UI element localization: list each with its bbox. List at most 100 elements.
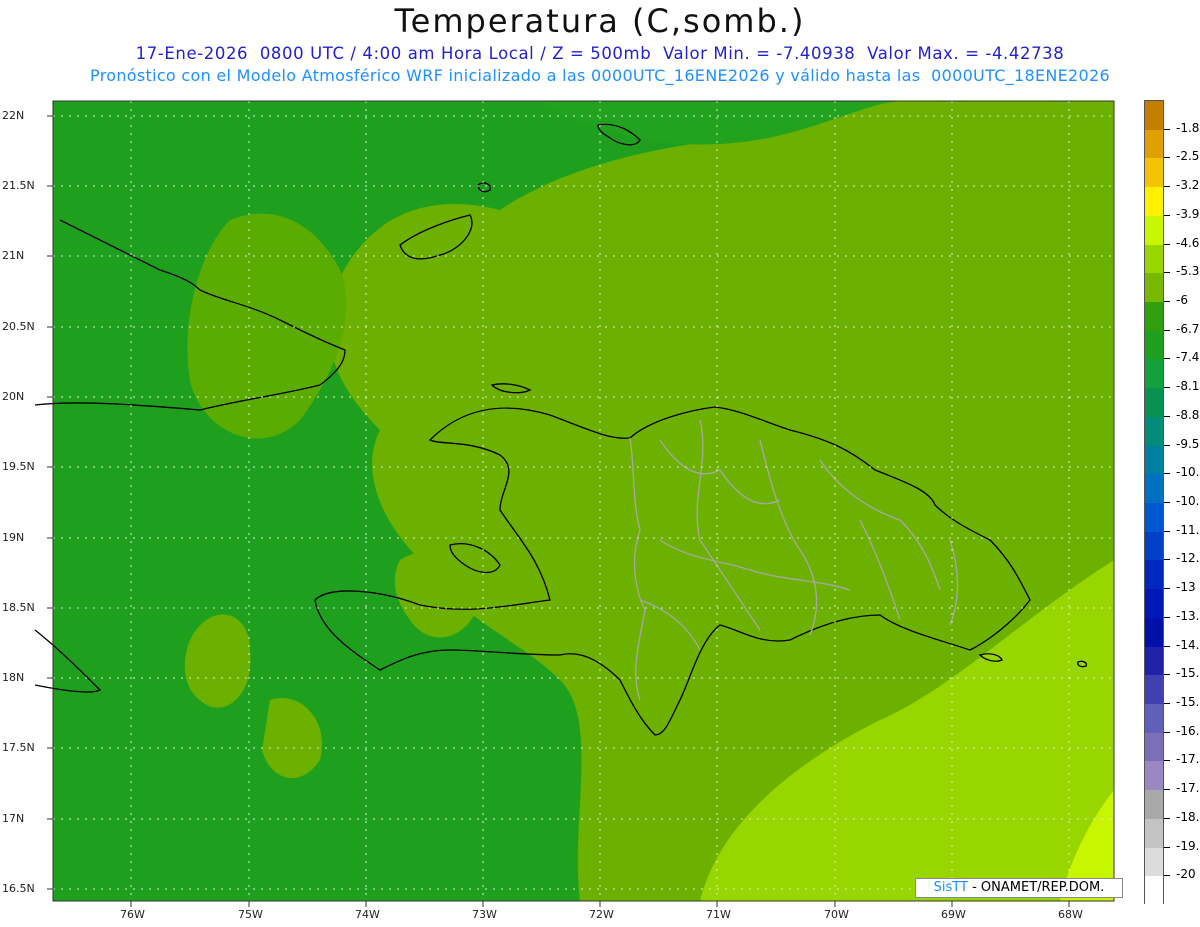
lat-label: 17.5N — [2, 741, 35, 754]
legend-label: -9.5 — [1176, 436, 1200, 451]
lat-label: 18N — [2, 671, 25, 684]
legend-label: -13.7 — [1176, 608, 1200, 623]
lat-label: 20.5N — [2, 320, 35, 333]
legend-tick — [1164, 272, 1170, 274]
legend-swatch — [1145, 187, 1163, 217]
lat-label: 21.5N — [2, 179, 35, 192]
legend-swatch — [1145, 704, 1163, 734]
legend-label: -12.3 — [1176, 551, 1200, 566]
lon-label: 69W — [941, 908, 966, 921]
lon-label: 76W — [120, 908, 145, 921]
lon-label: 70W — [824, 908, 849, 921]
legend-swatch — [1145, 876, 1163, 906]
legend-swatch — [1145, 474, 1163, 504]
legend-label: -10.9 — [1176, 494, 1200, 508]
legend-label: -1.8 — [1176, 120, 1200, 135]
legend-swatch — [1145, 359, 1163, 389]
sistt-logo-text: SisTT — [933, 880, 968, 895]
legend-tick — [1164, 588, 1170, 590]
legend-swatch — [1145, 129, 1163, 159]
credit-box: SisTT - ONAMET/REP.DOM. — [915, 878, 1123, 898]
legend-swatch — [1145, 302, 1163, 332]
legend-swatch — [1145, 675, 1163, 705]
lon-label: 75W — [238, 908, 263, 921]
legend-tick — [1164, 358, 1170, 360]
legend-swatch — [1145, 732, 1163, 762]
legend-tick — [1164, 645, 1170, 647]
lat-label: 19.5N — [2, 460, 35, 473]
lat-label: 17N — [2, 812, 25, 825]
legend-label: -5.3 — [1176, 264, 1200, 279]
credit-text: - ONAMET/REP.DOM. — [967, 880, 1105, 895]
legend-swatch — [1145, 445, 1163, 475]
legend-swatch — [1145, 531, 1163, 561]
lat-label: 22N — [2, 109, 25, 122]
legend-tick — [1164, 301, 1170, 302]
legend-label: -7.4 — [1176, 350, 1200, 365]
legend-tick — [1164, 846, 1170, 848]
legend-swatch — [1145, 244, 1163, 274]
legend-tick — [1164, 817, 1170, 819]
legend-label: -4.6 — [1176, 235, 1200, 250]
legend-label: -8.8 — [1176, 407, 1200, 422]
legend-swatch — [1145, 847, 1163, 877]
lat-label: 18.5N — [2, 601, 35, 614]
lat-label: 19N — [2, 531, 25, 544]
legend-tick — [1164, 157, 1170, 159]
legend-tick — [1164, 760, 1170, 762]
legend-label: -20 — [1176, 867, 1196, 882]
legend-label: -13 — [1176, 580, 1196, 595]
lon-label: 74W — [355, 908, 380, 921]
legend-tick — [1164, 214, 1170, 216]
legend-label: -19.3 — [1176, 838, 1200, 853]
legend-tick — [1164, 789, 1170, 791]
legend-label: -18.6 — [1176, 809, 1200, 824]
legend-tick — [1164, 186, 1170, 188]
legend-label: -17.9 — [1176, 781, 1200, 796]
legend-tick — [1164, 559, 1170, 561]
legend-tick — [1164, 530, 1170, 532]
legend-swatch — [1145, 388, 1163, 418]
legend-label: -15.8 — [1176, 695, 1200, 709]
legend-tick — [1164, 674, 1170, 676]
legend-swatch — [1145, 617, 1163, 648]
legend-label: -3.9 — [1176, 206, 1200, 221]
color-legend — [1144, 100, 1164, 906]
legend-swatch — [1145, 158, 1163, 188]
legend-tick — [1164, 875, 1170, 877]
legend-label: -14.4 — [1176, 637, 1200, 652]
legend-label: -11.6 — [1176, 522, 1200, 537]
legend-swatch — [1145, 589, 1163, 619]
lat-label: 16.5N — [2, 882, 35, 895]
lon-label: 73W — [472, 908, 497, 921]
legend-swatch — [1145, 761, 1163, 791]
legend-swatch — [1145, 818, 1163, 849]
legend-label: -6.7 — [1176, 321, 1200, 336]
legend-tick — [1164, 415, 1170, 417]
legend-label: -10.2 — [1176, 465, 1200, 480]
legend-label: -3.2 — [1176, 178, 1200, 193]
lat-label: 21N — [2, 249, 25, 262]
legend-tick — [1164, 329, 1170, 331]
legend-swatch — [1145, 101, 1163, 131]
legend-tick — [1164, 128, 1170, 130]
legend-tick — [1164, 703, 1170, 704]
lat-label: 20N — [2, 390, 25, 403]
legend-label: -17.2 — [1176, 752, 1200, 767]
legend-label: -15.1 — [1176, 666, 1200, 681]
legend-label: -8.1 — [1176, 379, 1200, 394]
legend-tick — [1164, 731, 1170, 733]
legend-label: -6 — [1176, 293, 1188, 307]
lon-label: 71W — [706, 908, 731, 921]
legend-tick — [1164, 387, 1170, 389]
legend-tick — [1164, 473, 1170, 475]
lon-label: 72W — [589, 908, 614, 921]
legend-tick — [1164, 444, 1170, 446]
legend-swatch — [1145, 790, 1163, 820]
lon-label: 68W — [1058, 908, 1083, 921]
legend-swatch — [1145, 273, 1163, 303]
shaded-field — [53, 101, 1114, 901]
legend-tick — [1164, 616, 1170, 618]
legend-label: -2.5 — [1176, 149, 1200, 164]
legend-swatch — [1145, 330, 1163, 360]
